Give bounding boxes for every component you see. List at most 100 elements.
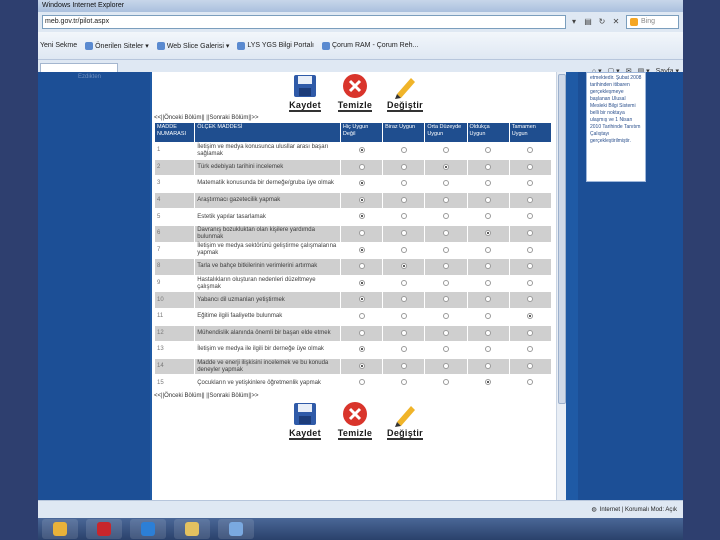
radio-button[interactable] bbox=[527, 329, 534, 336]
change-button[interactable]: Değiştir bbox=[381, 72, 429, 114]
radio-button[interactable] bbox=[358, 296, 365, 303]
radio-button[interactable] bbox=[527, 296, 534, 303]
taskbar-button[interactable] bbox=[218, 519, 254, 539]
radio-button[interactable] bbox=[527, 346, 534, 353]
radio-button[interactable] bbox=[442, 329, 449, 336]
save-button[interactable]: Kaydet bbox=[281, 72, 329, 114]
favorites-item[interactable]: LYS YGS Bilgi Portalı bbox=[237, 41, 314, 50]
radio-button[interactable] bbox=[485, 279, 492, 286]
radio-button[interactable] bbox=[400, 263, 407, 270]
radio-button[interactable] bbox=[485, 213, 492, 220]
favorites-item[interactable]: Önerilen Siteler ▾ bbox=[85, 41, 149, 50]
radio-button[interactable] bbox=[358, 147, 365, 153]
radio-button[interactable] bbox=[400, 329, 407, 336]
taskbar-button[interactable] bbox=[130, 519, 166, 539]
radio-button[interactable] bbox=[442, 163, 449, 170]
radio-button[interactable] bbox=[400, 312, 407, 319]
radio-button[interactable] bbox=[400, 213, 407, 220]
radio-button[interactable] bbox=[527, 379, 534, 386]
radio-button[interactable] bbox=[485, 147, 492, 153]
radio-button[interactable] bbox=[527, 312, 534, 319]
compat-view-icon[interactable]: ▤ bbox=[582, 16, 594, 28]
radio-button[interactable] bbox=[485, 263, 492, 270]
radio-button[interactable] bbox=[527, 213, 534, 220]
radio-button[interactable] bbox=[485, 346, 492, 353]
radio-button[interactable] bbox=[400, 279, 407, 286]
radio-button[interactable] bbox=[358, 346, 365, 353]
radio-button[interactable] bbox=[400, 147, 407, 153]
radio-button[interactable] bbox=[527, 362, 534, 369]
radio-button[interactable] bbox=[485, 329, 492, 336]
radio-button[interactable] bbox=[358, 196, 365, 203]
favorites-item[interactable]: Yeni Sekme bbox=[40, 42, 77, 49]
taskbar-button[interactable] bbox=[86, 519, 122, 539]
radio-button[interactable] bbox=[485, 229, 492, 236]
radio-button[interactable] bbox=[442, 229, 449, 236]
radio-button[interactable] bbox=[442, 147, 449, 153]
radio-button[interactable] bbox=[485, 296, 492, 303]
favorites-item[interactable]: Çorum RAM - Çorum Reh... bbox=[322, 41, 418, 50]
radio-button[interactable] bbox=[358, 329, 365, 336]
radio-button[interactable] bbox=[527, 180, 534, 187]
address-bar[interactable]: meb.gov.tr/pilot.aspx bbox=[42, 15, 566, 29]
pager-bottom[interactable]: <<||Önceki Bölüm|| ||Sonraki Bölüm||>> bbox=[152, 392, 558, 400]
refresh-icon[interactable]: ↻ bbox=[596, 16, 608, 28]
radio-button[interactable] bbox=[485, 163, 492, 170]
clear-button[interactable]: Temizle bbox=[331, 72, 379, 114]
radio-button[interactable] bbox=[442, 296, 449, 303]
radio-button[interactable] bbox=[485, 246, 492, 253]
radio-button[interactable] bbox=[442, 312, 449, 319]
radio-button[interactable] bbox=[358, 312, 365, 319]
radio-button[interactable] bbox=[400, 246, 407, 253]
radio-button[interactable] bbox=[400, 229, 407, 236]
radio-button[interactable] bbox=[442, 379, 449, 386]
radio-button[interactable] bbox=[358, 180, 365, 187]
radio-button[interactable] bbox=[400, 196, 407, 203]
radio-button[interactable] bbox=[485, 312, 492, 319]
radio-button[interactable] bbox=[527, 263, 534, 270]
stop-icon[interactable]: ✕ bbox=[610, 16, 622, 28]
radio-button[interactable] bbox=[358, 263, 365, 270]
radio-button[interactable] bbox=[485, 196, 492, 203]
radio-button[interactable] bbox=[400, 296, 407, 303]
radio-button[interactable] bbox=[358, 362, 365, 369]
page-scrollbar[interactable] bbox=[556, 72, 566, 500]
radio-button[interactable] bbox=[485, 180, 492, 187]
radio-button[interactable] bbox=[400, 163, 407, 170]
radio-button[interactable] bbox=[527, 229, 534, 236]
scroll-thumb[interactable] bbox=[558, 74, 566, 404]
radio-button[interactable] bbox=[358, 213, 365, 220]
radio-button[interactable] bbox=[358, 246, 365, 253]
radio-button[interactable] bbox=[358, 379, 365, 386]
save-button[interactable]: Kaydet bbox=[281, 400, 329, 442]
dropdown-icon[interactable]: ▾ bbox=[568, 16, 580, 28]
radio-button[interactable] bbox=[400, 362, 407, 369]
taskbar-button[interactable] bbox=[174, 519, 210, 539]
radio-button[interactable] bbox=[527, 279, 534, 286]
radio-button[interactable] bbox=[442, 180, 449, 187]
radio-button[interactable] bbox=[400, 379, 407, 386]
radio-button[interactable] bbox=[442, 263, 449, 270]
radio-button[interactable] bbox=[358, 229, 365, 236]
radio-button[interactable] bbox=[527, 196, 534, 203]
radio-button[interactable] bbox=[527, 163, 534, 170]
radio-button[interactable] bbox=[527, 147, 534, 153]
radio-button[interactable] bbox=[442, 213, 449, 220]
radio-button[interactable] bbox=[442, 196, 449, 203]
radio-button[interactable] bbox=[358, 163, 365, 170]
radio-button[interactable] bbox=[442, 346, 449, 353]
change-button[interactable]: Değiştir bbox=[381, 400, 429, 442]
pager-top[interactable]: <<||Önceki Bölüm|| ||Sonraki Bölüm||>> bbox=[152, 114, 558, 122]
favorites-item[interactable]: Web Slice Galerisi ▾ bbox=[156, 41, 229, 50]
radio-button[interactable] bbox=[400, 346, 407, 353]
radio-button[interactable] bbox=[400, 180, 407, 187]
radio-button[interactable] bbox=[485, 362, 492, 369]
radio-button[interactable] bbox=[442, 246, 449, 253]
radio-button[interactable] bbox=[442, 279, 449, 286]
clear-button[interactable]: Temizle bbox=[331, 400, 379, 442]
radio-button[interactable] bbox=[442, 362, 449, 369]
taskbar-button[interactable] bbox=[42, 519, 78, 539]
radio-button[interactable] bbox=[485, 379, 492, 386]
radio-button[interactable] bbox=[358, 279, 365, 286]
radio-button[interactable] bbox=[527, 246, 534, 253]
